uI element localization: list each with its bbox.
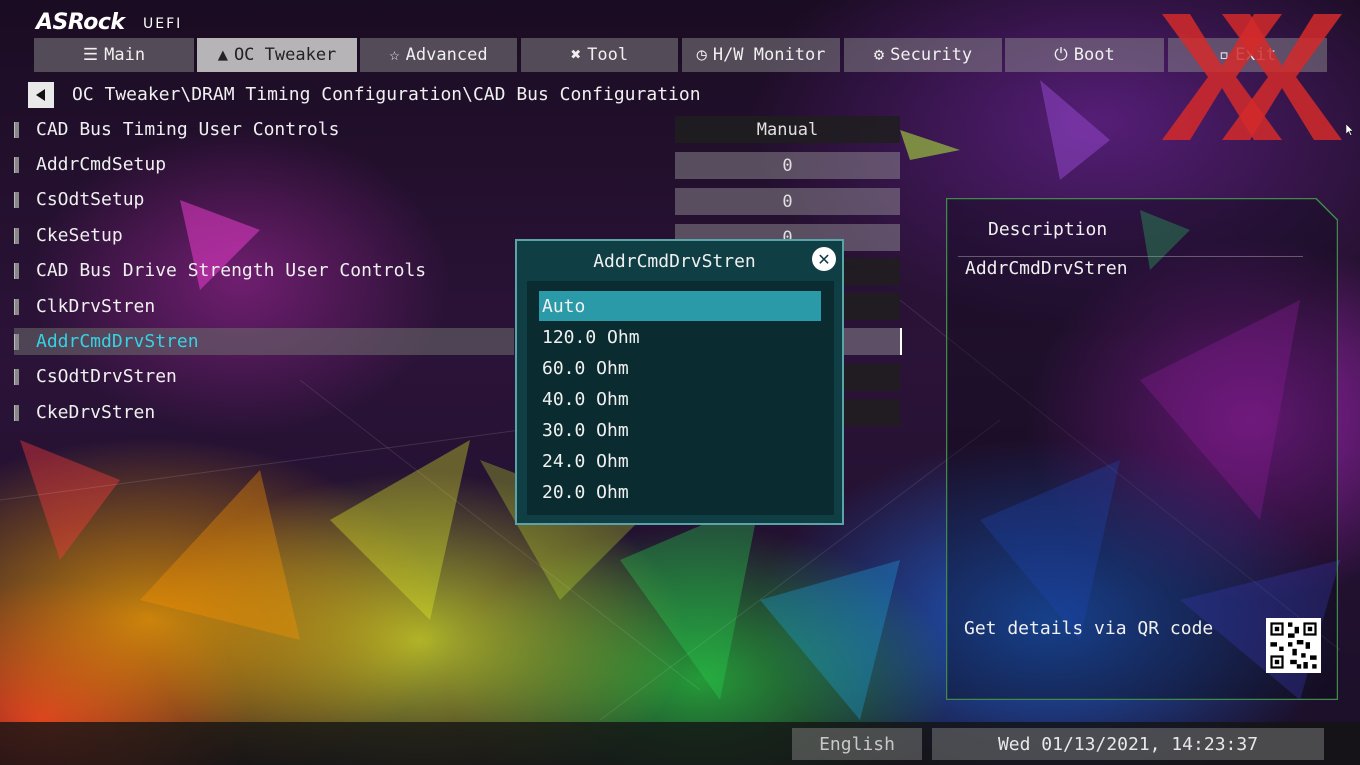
tools-icon: ✖ — [570, 45, 582, 65]
description-divider — [958, 256, 1303, 257]
setting-addrcmddrvstren[interactable]: AddrCmdDrvStren — [14, 328, 514, 355]
tab-label: Main — [104, 45, 146, 65]
asrock-logo: ASRock — [36, 10, 125, 35]
setting-ckesetup[interactable]: CkeSetup — [14, 222, 514, 249]
row-marker — [14, 298, 19, 315]
row-marker — [14, 227, 19, 244]
setting-label: CAD Bus Timing User Controls — [36, 119, 340, 140]
tab-hw-monitor[interactable]: ◷ H/W Monitor — [682, 38, 840, 72]
uefi-label: UEFI — [143, 16, 183, 32]
tab-main[interactable]: ☰ Main — [34, 38, 194, 72]
star-icon: ☆ — [389, 45, 400, 65]
option-60-ohm[interactable]: 60.0 Ohm — [539, 353, 821, 383]
power-icon: ⏻ — [1054, 45, 1068, 65]
setting-cad-bus-drive-strength-user-controls[interactable]: CAD Bus Drive Strength User Controls — [14, 257, 514, 284]
row-marker — [14, 191, 19, 208]
setting-csodtsetup[interactable]: CsOdtSetup — [14, 186, 514, 213]
tab-boot[interactable]: ⏻ Boot — [1005, 38, 1164, 72]
watermark-logo — [1162, 14, 1342, 140]
setting-value-cad-bus-timing[interactable]: Manual — [675, 116, 900, 143]
option-40-ohm[interactable]: 40.0 Ohm — [539, 384, 821, 414]
tab-label: Security — [890, 45, 973, 65]
tab-label: Boot — [1073, 45, 1115, 65]
option-auto[interactable]: Auto — [539, 291, 821, 321]
setting-value-addrcmdsetup[interactable]: 0 — [675, 152, 900, 179]
language-selector[interactable]: English — [792, 728, 922, 760]
option-20-ohm[interactable]: 20.0 Ohm — [539, 477, 821, 507]
option-dialog: AddrCmdDrvStren ✕ Auto 120.0 Ohm 60.0 Oh… — [515, 239, 844, 525]
breadcrumb: OC Tweaker\DRAM Timing Configuration\CAD… — [72, 84, 701, 105]
option-24-ohm[interactable]: 24.0 Ohm — [539, 446, 821, 476]
row-marker — [14, 156, 19, 173]
back-arrow-icon — [36, 89, 45, 101]
tab-label: H/W Monitor — [712, 45, 826, 65]
close-button[interactable]: ✕ — [812, 247, 836, 271]
setting-label: CsOdtSetup — [36, 189, 145, 210]
tab-label: OC Tweaker — [233, 45, 337, 65]
setting-value-csodtsetup[interactable]: 0 — [675, 188, 900, 215]
setting-label: CkeDrvStren — [36, 402, 156, 423]
tab-security[interactable]: ⚙ Security — [844, 38, 1002, 72]
row-marker — [14, 333, 19, 350]
row-marker — [14, 262, 19, 279]
setting-label: AddrCmdSetup — [36, 154, 167, 175]
tab-oc-tweaker[interactable]: ▲ OC Tweaker — [197, 38, 357, 72]
description-text: AddrCmdDrvStren — [965, 258, 1128, 279]
row-marker — [14, 404, 19, 421]
shield-icon: ⚙ — [873, 45, 885, 65]
setting-csodtdrvstren[interactable]: CsOdtDrvStren — [14, 363, 514, 390]
list-icon: ☰ — [82, 45, 99, 65]
tab-advanced[interactable]: ☆ Advanced — [360, 38, 517, 72]
setting-label: CsOdtDrvStren — [36, 366, 177, 387]
monitor-icon: ◷ — [696, 45, 707, 65]
tab-label: Advanced — [405, 45, 488, 65]
tab-label: Tool — [587, 45, 629, 65]
setting-label: ClkDrvStren — [36, 296, 156, 317]
dialog-title: AddrCmdDrvStren — [593, 251, 756, 272]
row-marker — [14, 368, 19, 385]
description-title: Description — [988, 219, 1108, 240]
option-list: Auto 120.0 Ohm 60.0 Ohm 40.0 Ohm 30.0 Oh… — [527, 281, 834, 515]
date-time-display: Wed 01/13/2021, 14:23:37 — [932, 728, 1324, 760]
qr-label: Get details via QR code — [964, 618, 1214, 639]
setting-addrcmdsetup[interactable]: AddrCmdSetup — [14, 151, 514, 178]
rocket-icon: ▲ — [217, 45, 228, 65]
close-icon: ✕ — [817, 249, 831, 269]
qr-code-icon[interactable] — [1266, 618, 1321, 673]
option-30-ohm[interactable]: 30.0 Ohm — [539, 415, 821, 445]
setting-cad-bus-timing-user-controls[interactable]: CAD Bus Timing User Controls — [14, 116, 514, 143]
option-120-ohm[interactable]: 120.0 Ohm — [539, 322, 821, 352]
setting-label: AddrCmdDrvStren — [36, 331, 199, 352]
mouse-cursor-icon — [1346, 124, 1354, 136]
setting-label: CkeSetup — [36, 225, 123, 246]
tab-tool[interactable]: ✖ Tool — [521, 38, 678, 72]
back-button[interactable] — [28, 82, 54, 108]
setting-ckedrvstren[interactable]: CkeDrvStren — [14, 399, 514, 426]
setting-clkdrvstren[interactable]: ClkDrvStren — [14, 293, 514, 320]
setting-label: CAD Bus Drive Strength User Controls — [36, 260, 427, 281]
row-marker — [14, 121, 19, 138]
